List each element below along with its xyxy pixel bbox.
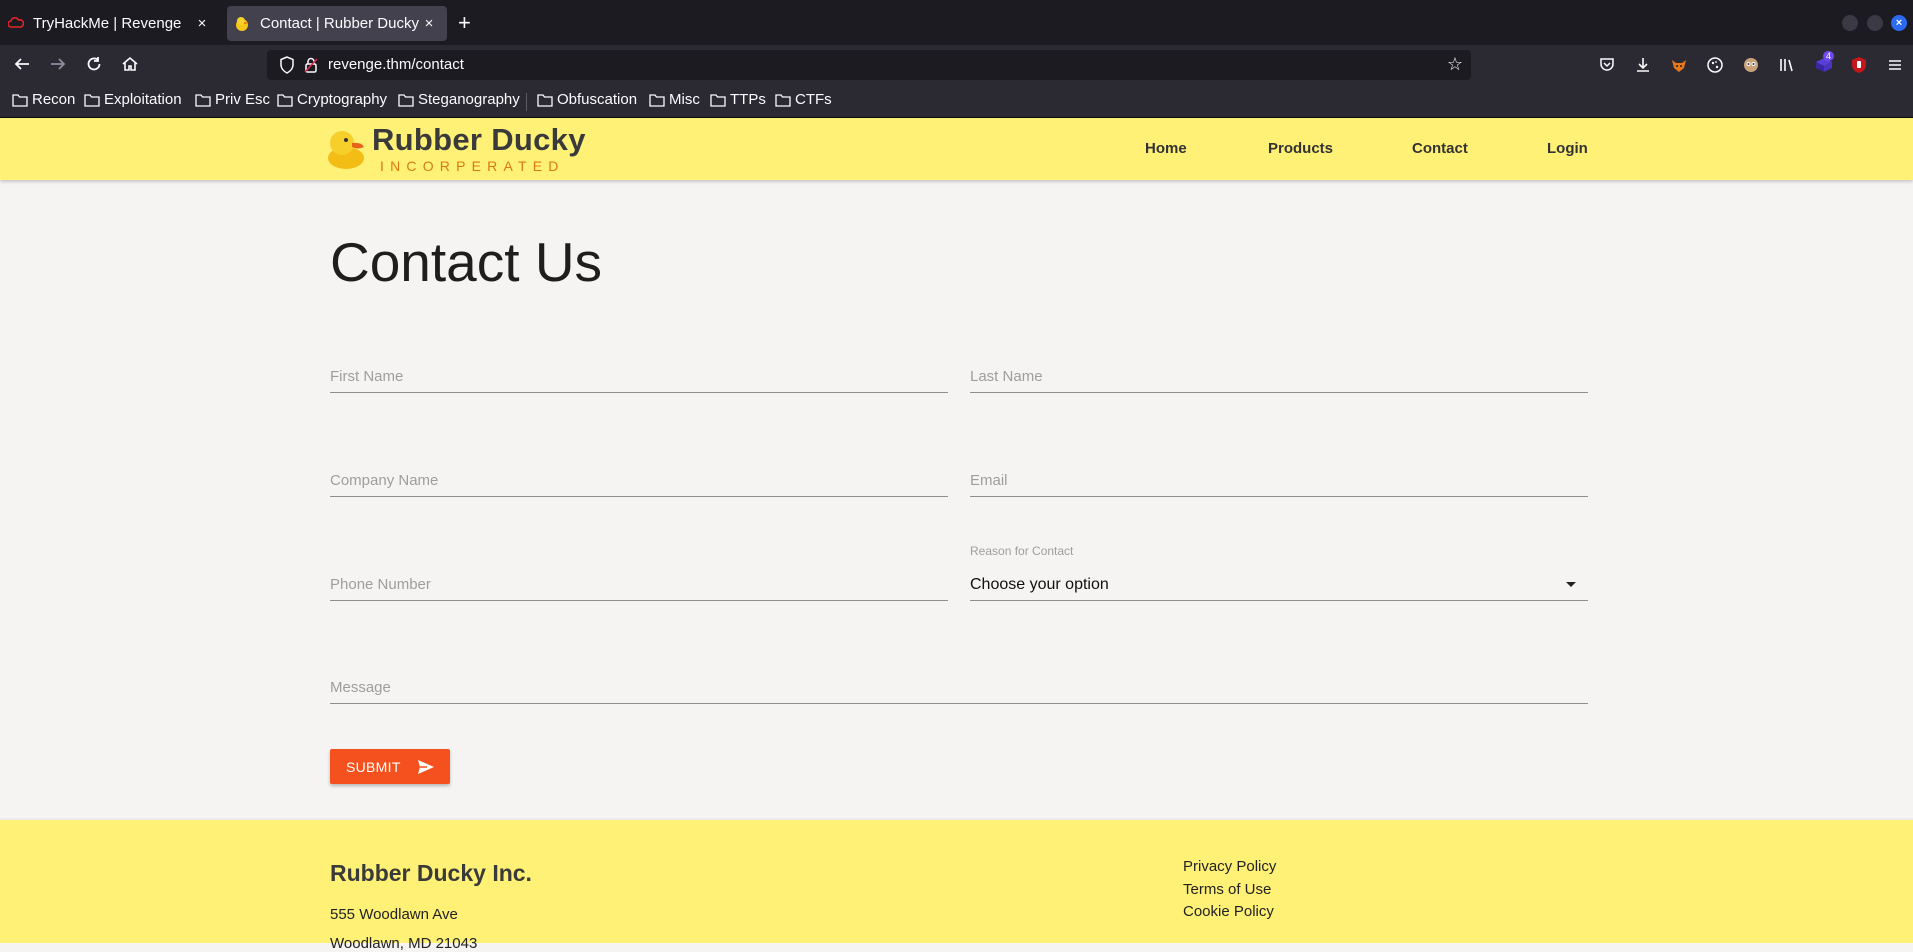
bookmark-priv-esc[interactable]: Priv Esc <box>195 91 270 108</box>
submit-button[interactable]: SUBMIT <box>330 749 450 784</box>
folder-icon <box>775 93 791 107</box>
tab-title: TryHackMe | Revenge <box>33 15 182 32</box>
company-name-field <box>330 465 948 497</box>
phone-number-input[interactable] <box>330 569 948 599</box>
last-name-input[interactable] <box>970 361 1588 391</box>
home-icon[interactable] <box>120 55 140 78</box>
email-field <box>970 465 1588 497</box>
bookmark-ttps[interactable]: TTPs <box>710 91 766 108</box>
tracking-shield-icon[interactable] <box>279 56 295 79</box>
library-icon[interactable] <box>1778 56 1796 74</box>
reload-icon[interactable] <box>84 55 104 78</box>
extension-badge-count: 4 <box>1823 51 1835 61</box>
insecure-lock-icon[interactable] <box>304 56 318 79</box>
tab-close-icon[interactable]: × <box>421 15 437 32</box>
maximize-window-icon[interactable] <box>1867 15 1883 31</box>
bookmark-exploitation[interactable]: Exploitation <box>84 91 182 108</box>
reason-selected-value: Choose your option <box>970 575 1109 593</box>
address-bar[interactable]: revenge.thm/contact ☆ <box>267 50 1471 80</box>
bookmark-cryptography[interactable]: Cryptography <box>277 91 387 108</box>
submit-label: SUBMIT <box>346 758 401 775</box>
terms-of-use-link[interactable]: Terms of Use <box>1183 881 1271 898</box>
brand-tagline: INCORPERATED <box>380 158 565 174</box>
new-tab-icon[interactable]: + <box>458 10 471 36</box>
bookmark-star-icon[interactable]: ☆ <box>1447 54 1463 75</box>
foxyproxy-icon[interactable] <box>1670 56 1688 74</box>
nav-contact[interactable]: Contact <box>1412 140 1468 157</box>
nav-home[interactable]: Home <box>1145 140 1187 157</box>
extension-badge-icon[interactable]: 4 <box>1814 51 1835 74</box>
bookmark-misc[interactable]: Misc <box>649 91 700 108</box>
pocket-icon[interactable] <box>1598 56 1616 74</box>
phone-number-field <box>330 569 948 601</box>
reason-label: Reason for Contact <box>970 544 1074 558</box>
site-logo[interactable]: Rubber Ducky INCORPERATED <box>324 122 585 176</box>
wappalyzer-icon[interactable] <box>1742 56 1760 74</box>
bookmark-ctfs[interactable]: CTFs <box>775 91 832 108</box>
privacy-policy-link[interactable]: Privacy Policy <box>1183 858 1276 875</box>
bookmarks-separator <box>526 93 527 111</box>
footer-address-line1: 555 Woodlawn Ave <box>330 906 458 923</box>
tab-close-icon[interactable]: × <box>194 15 210 32</box>
bookmark-steganography[interactable]: Steganography <box>398 91 520 108</box>
tryhackme-favicon-icon <box>7 16 25 32</box>
close-window-icon[interactable]: × <box>1891 15 1907 31</box>
nav-products[interactable]: Products <box>1268 140 1333 157</box>
bookmark-recon[interactable]: Recon <box>12 91 75 108</box>
folder-icon <box>537 93 553 107</box>
bookmarks-toolbar: Recon Exploitation Priv Esc Cryptography… <box>0 85 1913 118</box>
tab-title: Contact | Rubber Ducky Inc <box>260 15 421 32</box>
rubber-duck-icon <box>328 131 364 169</box>
tab-contact[interactable]: Contact | Rubber Ducky Inc × <box>227 6 447 41</box>
forward-arrow-icon[interactable] <box>48 55 68 78</box>
folder-icon <box>12 93 28 107</box>
folder-icon <box>84 93 100 107</box>
reason-select[interactable]: Choose your option <box>970 569 1588 601</box>
ublock-icon[interactable] <box>1850 56 1868 74</box>
last-name-field <box>970 361 1588 393</box>
back-arrow-icon[interactable] <box>12 55 32 78</box>
message-input[interactable] <box>330 672 1588 702</box>
dropdown-caret-icon <box>1566 582 1576 587</box>
browser-tab-bar: TryHackMe | Revenge × Contact | Rubber D… <box>0 0 1913 45</box>
cookie-editor-icon[interactable] <box>1706 56 1724 74</box>
browser-toolbar: revenge.thm/contact ☆ 4 <box>0 45 1913 85</box>
hamburger-menu-icon[interactable] <box>1886 56 1904 74</box>
folder-icon <box>649 93 665 107</box>
tab-tryhackme[interactable]: TryHackMe | Revenge × <box>0 6 220 41</box>
page-title: Contact Us <box>330 231 603 293</box>
folder-icon <box>398 93 414 107</box>
first-name-field <box>330 361 948 393</box>
folder-icon <box>277 93 293 107</box>
nav-login[interactable]: Login <box>1547 140 1588 157</box>
downloads-icon[interactable] <box>1634 56 1652 74</box>
send-icon <box>417 759 435 775</box>
minimize-window-icon[interactable] <box>1842 15 1858 31</box>
footer-address-line2: Woodlawn, MD 21043 <box>330 935 478 952</box>
duck-favicon-icon <box>235 16 251 32</box>
folder-icon <box>710 93 726 107</box>
cookie-policy-link[interactable]: Cookie Policy <box>1183 903 1274 920</box>
email-input[interactable] <box>970 465 1588 495</box>
bookmark-obfuscation[interactable]: Obfuscation <box>537 91 637 108</box>
site-footer: Rubber Ducky Inc. 555 Woodlawn Ave Woodl… <box>0 818 1913 952</box>
first-name-input[interactable] <box>330 361 948 391</box>
message-field <box>330 672 1588 704</box>
site-header: Rubber Ducky INCORPERATED Home Products … <box>0 118 1913 180</box>
company-name-input[interactable] <box>330 465 948 495</box>
footer-company-name: Rubber Ducky Inc. <box>330 860 532 886</box>
folder-icon <box>195 93 211 107</box>
brand-name: Rubber Ducky <box>372 122 586 157</box>
url-text[interactable]: revenge.thm/contact <box>328 56 464 73</box>
